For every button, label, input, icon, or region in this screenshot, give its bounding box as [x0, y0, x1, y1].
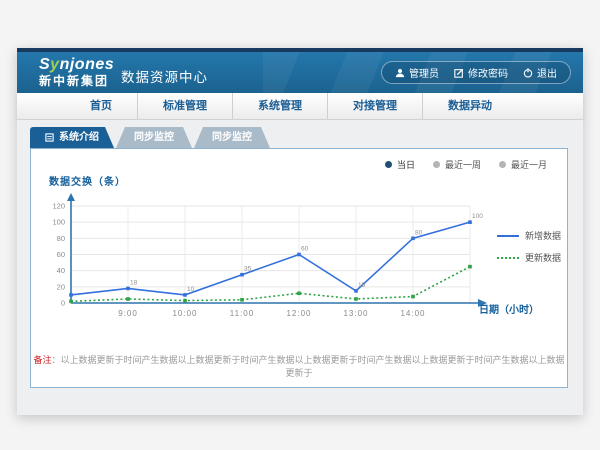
svg-text:11:00: 11:00 [230, 309, 254, 318]
svg-text:14:00: 14:00 [400, 309, 425, 318]
svg-text:18: 18 [130, 279, 138, 286]
main-nav: 首页 标准管理 系统管理 对接管理 数据异动 [17, 93, 583, 120]
radio-icon [499, 161, 506, 168]
logo-accent-letter: y [50, 56, 59, 73]
footnote-label: 备注 [33, 355, 51, 365]
chart-card: 当日 最近一周 最近一月 数据交换（条） 0 20 40 60 80 100 120 9:00… [30, 148, 568, 388]
tab-sync-monitor-1[interactable]: 同步监控 [116, 127, 192, 148]
svg-text:100: 100 [52, 218, 65, 227]
logout-button[interactable]: 退出 [523, 65, 557, 80]
dotted-line-swatch [497, 257, 519, 259]
nav-item-standard-management[interactable]: 标准管理 [138, 93, 233, 119]
legend-item-updated-data[interactable]: 更新数据 [497, 251, 561, 264]
svg-text:35: 35 [244, 266, 252, 273]
content-area: 系统介绍 同步监控 同步监控 当日 最近一周 [17, 120, 583, 415]
tab-sync-monitor-2[interactable]: 同步监控 [194, 127, 270, 148]
filter-option-today[interactable]: 当日 [385, 158, 415, 171]
filter-option-last-week[interactable]: 最近一周 [433, 158, 481, 171]
y-axis-title: 数据交换（条） [49, 173, 126, 188]
document-icon [45, 133, 54, 142]
svg-text:80: 80 [57, 234, 65, 243]
current-user-label: 管理员 [409, 65, 439, 80]
footnote: 备注：以上数据更新于时间产生数据以上数据更新于时间产生数据以上数据更新于时间产生… [31, 353, 567, 379]
page-title: 数据资源中心 [121, 66, 208, 86]
nav-item-home[interactable]: 首页 [65, 93, 138, 119]
footnote-text: ：以上数据更新于时间产生数据以上数据更新于时间产生数据以上数据更新于时间产生数据… [52, 355, 565, 378]
nav-item-data-changes[interactable]: 数据异动 [423, 93, 517, 119]
time-range-filter: 当日 最近一周 最近一月 [385, 158, 547, 171]
tab-bar: 系统介绍 同步监控 同步监控 [30, 127, 270, 148]
solid-line-swatch [497, 235, 519, 237]
current-user-button[interactable]: 管理员 [395, 65, 439, 80]
nav-item-system-management[interactable]: 系统管理 [233, 93, 328, 119]
app-header: Synjones 新中新集团 数据资源中心 管理员 修改 [17, 52, 583, 93]
svg-text:13:00: 13:00 [343, 309, 368, 318]
svg-text:15: 15 [358, 282, 366, 289]
app-window: Synjones 新中新集团 数据资源中心 管理员 修改 [17, 48, 583, 415]
user-icon [395, 68, 405, 78]
svg-text:10: 10 [187, 286, 195, 293]
svg-text:0: 0 [61, 299, 65, 308]
nav-item-interface-management[interactable]: 对接管理 [328, 93, 423, 119]
radio-icon [433, 161, 440, 168]
svg-text:40: 40 [57, 266, 65, 275]
svg-text:20: 20 [57, 282, 65, 291]
power-icon [523, 68, 533, 78]
chart-legend: 新增数据 更新数据 [497, 229, 561, 264]
legend-item-new-data[interactable]: 新增数据 [497, 229, 561, 242]
tab-label: 系统介绍 [59, 127, 99, 148]
tab-system-intro[interactable]: 系统介绍 [30, 127, 114, 148]
line-chart: 0 20 40 60 80 100 120 9:00 10:00 11:00 12:00 13:00 1… [41, 191, 511, 331]
change-password-button[interactable]: 修改密码 [454, 65, 508, 80]
edit-icon [454, 68, 464, 78]
svg-text:60: 60 [57, 250, 65, 259]
page-canvas: Synjones 新中新集团 数据资源中心 管理员 修改 [0, 0, 600, 450]
radio-icon [385, 161, 392, 168]
logout-label: 退出 [537, 65, 557, 80]
svg-text:9:00: 9:00 [118, 309, 138, 318]
svg-text:80: 80 [415, 229, 423, 236]
svg-text:120: 120 [52, 202, 65, 211]
svg-text:12:00: 12:00 [286, 309, 311, 318]
svg-text:100: 100 [472, 213, 483, 220]
logo-text: Synjones [39, 57, 114, 74]
x-axis-title: 日期（小时） [479, 301, 539, 316]
user-menu: 管理员 修改密码 退出 [381, 61, 571, 84]
svg-text:10:00: 10:00 [172, 309, 197, 318]
change-password-label: 修改密码 [468, 65, 508, 80]
company-logo: Synjones 新中新集团 [39, 57, 114, 87]
filter-option-last-month[interactable]: 最近一月 [499, 158, 547, 171]
logo-subtext: 新中新集团 [39, 75, 114, 88]
svg-text:60: 60 [301, 246, 309, 253]
